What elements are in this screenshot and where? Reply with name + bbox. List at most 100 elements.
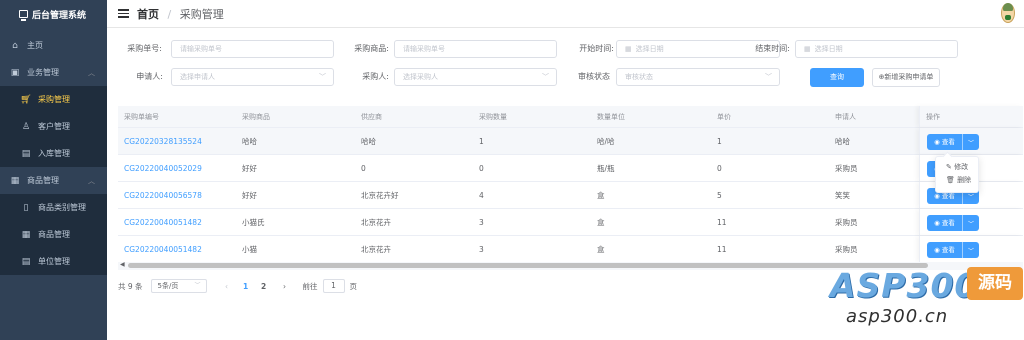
grid-icon: ▯ <box>23 202 29 213</box>
chevron-up-icon: ︿ <box>88 68 95 77</box>
view-split-button[interactable]: ◉ 查看﹀ <box>927 134 979 150</box>
sidebar-item-purchase[interactable]: 🛒︎ 采购管理 <box>0 86 107 113</box>
sidebar-group-goods[interactable]: ▦ 商品管理 ︿ <box>0 167 107 194</box>
table-header: 采购单编号 采购商品 供应商 采购数量 数量单位 单价 申请人 操作 <box>118 106 1023 128</box>
order-no-link[interactable]: CG20220040051482 <box>118 236 236 262</box>
scroll-left-icon[interactable]: ◀ <box>120 261 125 268</box>
sidebar-item-label: 单位管理 <box>38 257 70 266</box>
order-no-label: 采购单号: <box>127 44 162 53</box>
sidebar-item-unit[interactable]: ▤ 单位管理 <box>0 248 107 275</box>
add-purchase-button[interactable]: ⊕新增采购申请单 <box>872 68 940 87</box>
breadcrumb-separator: / <box>167 7 172 21</box>
prev-page-icon[interactable]: ‹ <box>219 282 235 291</box>
sidebar-item-label: 业务管理 <box>27 68 59 77</box>
jump-suffix: 页 <box>349 281 358 291</box>
sidebar-item-label: 商品管理 <box>27 176 59 185</box>
view-button[interactable]: ◉ 查看 <box>927 134 963 150</box>
sidebar-item-label: 入库管理 <box>38 149 70 158</box>
table-cell: 盒 <box>597 217 605 227</box>
table-cell: 5 <box>717 190 722 200</box>
app-logo[interactable]: 后台管理系统 <box>0 0 107 28</box>
table-cell: 3 <box>479 217 484 227</box>
table-cell: 采购员 <box>835 163 858 173</box>
row-action-dropdown: ✎ 修改 🗑 删除 <box>935 156 979 193</box>
buyer-select[interactable]: 选择采购人 ﹀ <box>394 68 557 86</box>
table-cell: 瓶/瓶 <box>597 163 615 173</box>
sidebar-item-label: 商品管理 <box>38 230 70 239</box>
cart-icon: 🛒︎ <box>20 94 32 105</box>
chevron-down-icon[interactable]: ﹀ <box>963 246 979 255</box>
breadcrumb: 首页 / 采购管理 <box>137 6 224 22</box>
start-time-label: 开始时间: <box>579 44 614 53</box>
applicant-select[interactable]: 选择申请人 ﹀ <box>171 68 334 86</box>
sidebar-item-label: 客户管理 <box>38 122 70 131</box>
table-cell: 小猫氏 <box>242 217 265 227</box>
box-icon: ▦ <box>10 175 20 186</box>
table-cell: 笑笑 <box>835 190 850 200</box>
table-cell: 北京花卉 <box>361 244 391 254</box>
calendar-icon: ▦ <box>804 45 811 53</box>
edit-menu-item[interactable]: ✎ 修改 <box>936 161 978 174</box>
table-cell: 0 <box>361 163 366 173</box>
next-page-icon[interactable]: › <box>277 282 293 291</box>
product-input[interactable]: 请输采购单号 <box>394 40 557 58</box>
status-label: 审核状态 <box>578 72 610 81</box>
chevron-down-icon[interactable]: ﹀ <box>963 138 979 147</box>
table-row: CG20220328135524 哈哈 哈哈 1 哈/哈 1 哈哈 ◉ 查看 ﹀ <box>118 128 1023 155</box>
table-cell: 哈/哈 <box>597 136 615 146</box>
table-cell: 哈哈 <box>835 136 850 146</box>
sidebar-item-goods[interactable]: ▦ 商品管理 <box>0 221 107 248</box>
table-cell: 1 <box>479 136 484 146</box>
table-cell: 1 <box>717 136 722 146</box>
scrollbar-thumb[interactable] <box>128 263 928 268</box>
table-cell: 哈哈 <box>242 136 257 146</box>
jump-page-input[interactable]: 1 <box>322 279 345 293</box>
view-split-button[interactable]: ◉ 查看﹀ <box>927 242 979 258</box>
order-no-link[interactable]: CG20220040052029 <box>118 155 236 181</box>
chevron-down-icon: ﹀ <box>542 73 549 81</box>
table-cell: 盒 <box>597 190 605 200</box>
table-row: CG20220040056578 好好 北京花卉好 4 盒 5 笑笑 ◉ 查看 ﹀ <box>118 182 1023 209</box>
sidebar-item-stock-in[interactable]: ▤ 入库管理 <box>0 140 107 167</box>
briefcase-icon: ▣ <box>10 67 20 78</box>
calendar-icon: ▦ <box>625 45 632 53</box>
sidebar-item-goods-category[interactable]: ▯ 商品类别管理 <box>0 194 107 221</box>
view-button[interactable]: ◉ 查看 <box>927 215 963 231</box>
pagination: 共 9 条 5条/页 ﹀ ‹ 1 2 › 前往 1 页 <box>118 279 357 293</box>
search-button[interactable]: 查询 <box>810 68 864 87</box>
table-cell: 哈哈 <box>361 136 376 146</box>
view-split-button[interactable]: ◉ 查看﹀ <box>927 215 979 231</box>
sidebar-group-business[interactable]: ▣ 业务管理 ︿ <box>0 59 107 86</box>
sidebar-item-label: 采购管理 <box>38 95 70 104</box>
avatar[interactable] <box>1001 3 1015 23</box>
column-header: 申请人 <box>835 112 856 121</box>
chevron-down-icon[interactable]: ﹀ <box>963 219 979 228</box>
order-no-link[interactable]: CG20220040056578 <box>118 182 236 208</box>
view-button[interactable]: ◉ 查看 <box>927 242 963 258</box>
sidebar-item-customer[interactable]: ♙ 客户管理 <box>0 113 107 140</box>
total-count: 共 9 条 <box>118 281 143 291</box>
order-no-input[interactable]: 请输采购单号 <box>171 40 334 58</box>
breadcrumb-home[interactable]: 首页 <box>137 8 159 21</box>
table-cell: 小猫 <box>242 244 257 254</box>
hamburger-icon[interactable] <box>118 9 129 18</box>
page-size-select[interactable]: 5条/页 ﹀ <box>150 279 207 293</box>
page-1[interactable]: 1 <box>239 282 253 291</box>
table-cell: 11 <box>717 217 727 227</box>
table-cell: 0 <box>717 163 722 173</box>
delete-menu-item[interactable]: 🗑 删除 <box>936 174 978 187</box>
jump-prefix: 前往 <box>302 281 318 291</box>
page-2[interactable]: 2 <box>257 282 271 291</box>
end-date-picker[interactable]: ▦ 选择日期 <box>795 40 958 58</box>
sidebar-item-home[interactable]: ⌂ 主页 <box>0 32 107 59</box>
user-icon: ♙ <box>21 121 31 132</box>
order-no-link[interactable]: CG20220328135524 <box>118 128 236 154</box>
column-header: 单价 <box>717 112 731 121</box>
document-icon: ▤ <box>21 148 31 159</box>
status-select[interactable]: 审核状态 ﹀ <box>616 68 780 86</box>
chevron-down-icon: ﹀ <box>194 282 201 289</box>
order-no-link[interactable]: CG20220040051482 <box>118 209 236 235</box>
buyer-label: 采购人: <box>362 72 389 81</box>
applicant-label: 申请人: <box>136 72 163 81</box>
app-title: 后台管理系统 <box>32 10 87 21</box>
